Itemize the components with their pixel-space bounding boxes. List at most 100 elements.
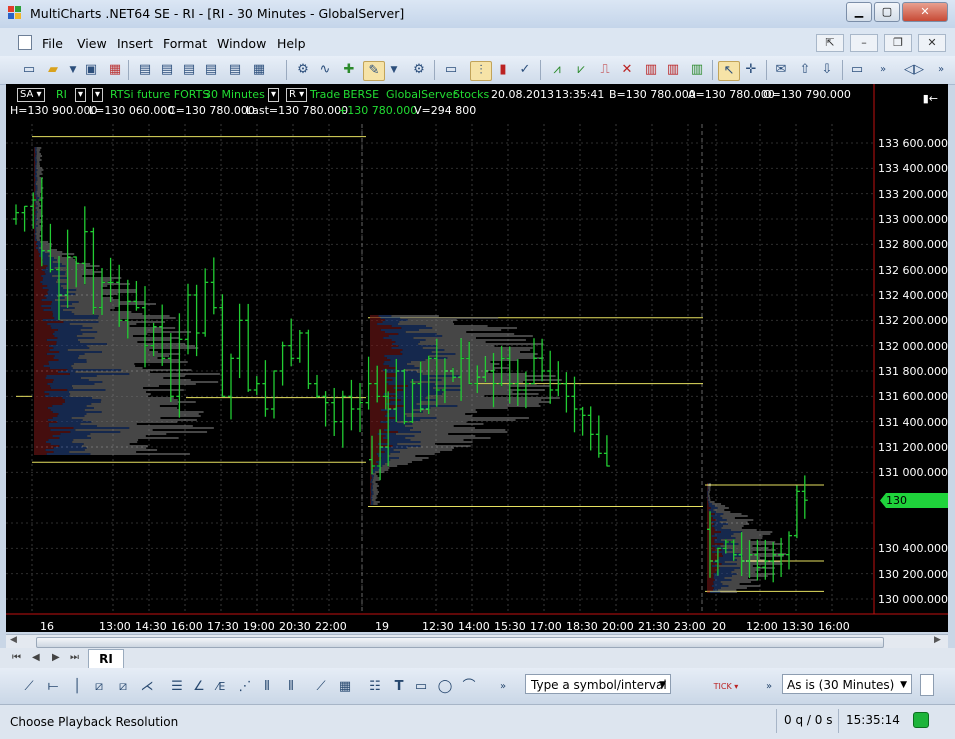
last-tab-icon[interactable]: ⏭: [70, 652, 79, 663]
save-icon[interactable]: ▣: [82, 61, 100, 79]
fib-extension-icon[interactable]: ⁄E: [212, 678, 230, 696]
grid-tool-icon[interactable]: ▦: [336, 678, 354, 696]
playback-toggle[interactable]: [920, 674, 934, 696]
ellipse-tool-icon[interactable]: ◯: [436, 678, 454, 696]
kagi-icon[interactable]: ⎍: [596, 61, 614, 79]
new-chat-icon[interactable]: ▭: [20, 61, 38, 79]
speed-lines-icon[interactable]: ⋰: [236, 678, 254, 696]
portfolio-window-icon[interactable]: ▤: [202, 61, 220, 79]
pitchfork-icon[interactable]: ⧄: [114, 678, 132, 696]
chart-shift-icon[interactable]: ▮←: [923, 92, 938, 105]
chart-horizontal-scrollbar[interactable]: ◀ ▶: [6, 634, 948, 649]
toolbar-overflow-icon[interactable]: »: [494, 678, 512, 696]
fib-fan-icon[interactable]: ∠: [190, 678, 208, 696]
time-axis-label: 19: [375, 620, 389, 632]
close-workspace-icon[interactable]: ▦: [106, 61, 124, 79]
dropdown-arrow-icon[interactable]: ▼: [64, 61, 82, 79]
range-selector[interactable]: R ▾: [286, 88, 308, 102]
symbol-dropdown-icon[interactable]: ▾: [75, 88, 87, 102]
insert-strategy-icon[interactable]: ✚: [340, 61, 358, 79]
vertical-line-icon[interactable]: │: [68, 678, 86, 696]
symbol-name: RI: [56, 88, 67, 101]
tick-chart-icon[interactable]: TICK ▾: [712, 678, 740, 696]
price-chart[interactable]: [6, 84, 948, 632]
chart-style-selector[interactable]: SA ▾: [17, 88, 45, 102]
line-chart-icon[interactable]: ✓: [516, 61, 534, 79]
scrollbar-thumb[interactable]: [36, 637, 884, 648]
interval-dropdown[interactable]: ▾: [268, 88, 280, 102]
settings-icon[interactable]: ⚙: [410, 61, 428, 79]
text-tool-icon[interactable]: T: [390, 678, 408, 696]
dom-window-icon[interactable]: ▤: [180, 61, 198, 79]
menu-view[interactable]: View: [77, 36, 107, 51]
scanner-window-icon[interactable]: ▤: [158, 61, 176, 79]
chart-window[interactable]: SA ▾ RI ▾ ▾ RTSi future FORTS 30 Minutes…: [6, 84, 948, 632]
zoom-in-icon[interactable]: ⇧: [796, 61, 814, 79]
hlc-bars-icon[interactable]: ⩘: [548, 61, 566, 79]
ray-tool-icon[interactable]: ⟝: [44, 678, 62, 696]
scroll-left-icon[interactable]: ◀: [10, 635, 17, 645]
status-divider: [776, 709, 777, 733]
minimize-button[interactable]: ▁: [846, 2, 872, 22]
mdi-restore-button[interactable]: ❐: [884, 34, 912, 52]
heikin-ashi-icon[interactable]: ▥: [664, 61, 682, 79]
insert-indicator-icon[interactable]: ⚙: [294, 61, 312, 79]
mdi-minimize-button[interactable]: –: [850, 34, 878, 52]
float-window-button[interactable]: ⇱: [816, 34, 844, 52]
next-tab-icon[interactable]: ▶: [52, 652, 60, 663]
time-zones-icon[interactable]: ⦀: [258, 678, 276, 696]
interval-dropdown-icon[interactable]: ▾: [92, 88, 104, 102]
mdi-close-button[interactable]: ✕: [918, 34, 946, 52]
ohlc-bars-icon[interactable]: ⫶: [470, 61, 492, 81]
menu-insert[interactable]: Insert: [117, 36, 153, 51]
point-figure-icon[interactable]: ⩗: [572, 61, 590, 79]
cycle-lines-icon[interactable]: ⦀: [282, 678, 300, 696]
menu-file[interactable]: File: [42, 36, 63, 51]
maximize-button[interactable]: ▢: [874, 2, 900, 22]
candlestick-icon[interactable]: ▮: [494, 61, 512, 79]
zoom-out-icon[interactable]: ⇩: [818, 61, 836, 79]
renko-icon[interactable]: ▥: [642, 61, 660, 79]
line-tool-icon[interactable]: ⟋: [20, 678, 38, 696]
scroll-right-icon[interactable]: ▶: [934, 635, 941, 645]
symbol-interval-input[interactable]: Type a symbol/interval ▼: [525, 674, 671, 694]
dropdown-arrow-icon[interactable]: ▼: [385, 61, 403, 79]
fib-retracement-icon[interactable]: ☰: [168, 678, 186, 696]
price-axis-label: 130 000.000: [878, 593, 948, 606]
close-button[interactable]: ✕: [902, 2, 948, 22]
arc-tool-icon[interactable]: ⌒: [460, 678, 478, 696]
x-o-icon[interactable]: ✕: [618, 61, 636, 79]
time-axis-label: 21:30: [638, 620, 670, 632]
menu-help[interactable]: Help: [277, 36, 306, 51]
three-line-break-icon[interactable]: ▥: [688, 61, 706, 79]
first-tab-icon[interactable]: ⏮: [12, 652, 21, 663]
prev-tab-icon[interactable]: ◀: [32, 652, 40, 663]
last-price: Last=130 780.000: [246, 104, 349, 117]
calculator-icon[interactable]: ▦: [250, 61, 268, 79]
open-folder-icon[interactable]: ▰: [44, 61, 62, 79]
brush-tool-icon[interactable]: ⟋: [312, 678, 330, 696]
playback-back-icon[interactable]: ◁▷: [904, 61, 924, 79]
comment-tool-icon[interactable]: ✉: [772, 61, 790, 79]
rectangle-tool-icon[interactable]: ▭: [412, 678, 430, 696]
price-level-icon[interactable]: ☷: [366, 678, 384, 696]
gann-fan-icon[interactable]: ⋌: [138, 678, 156, 696]
menu-format[interactable]: Format: [163, 36, 207, 51]
toolbar-overflow-icon[interactable]: »: [932, 61, 950, 79]
toolbar-overflow-icon[interactable]: »: [760, 678, 778, 696]
draw-tool-icon[interactable]: ✎: [363, 61, 385, 81]
resolution-dropdown-icon[interactable]: ▼: [900, 675, 907, 695]
menu-window[interactable]: Window: [217, 36, 266, 51]
window-layout-icon[interactable]: ▭: [848, 61, 866, 79]
pointer-tool-icon[interactable]: ↖: [718, 61, 740, 81]
chart-window-icon[interactable]: ▤: [136, 61, 154, 79]
alerts-window-icon[interactable]: ▤: [226, 61, 244, 79]
crosshair-icon[interactable]: ✛: [742, 61, 760, 79]
channel-tool-icon[interactable]: ⧄: [90, 678, 108, 696]
toolbar-overflow-icon[interactable]: »: [874, 61, 892, 79]
resolution-select[interactable]: As is (30 Minutes) ▼: [782, 674, 912, 694]
insert-study-icon[interactable]: ∿: [316, 61, 334, 79]
tab-ri[interactable]: RI: [88, 649, 124, 668]
symbol-input-dropdown-icon[interactable]: ▼: [659, 675, 666, 695]
format-window-icon[interactable]: ▭: [442, 61, 460, 79]
